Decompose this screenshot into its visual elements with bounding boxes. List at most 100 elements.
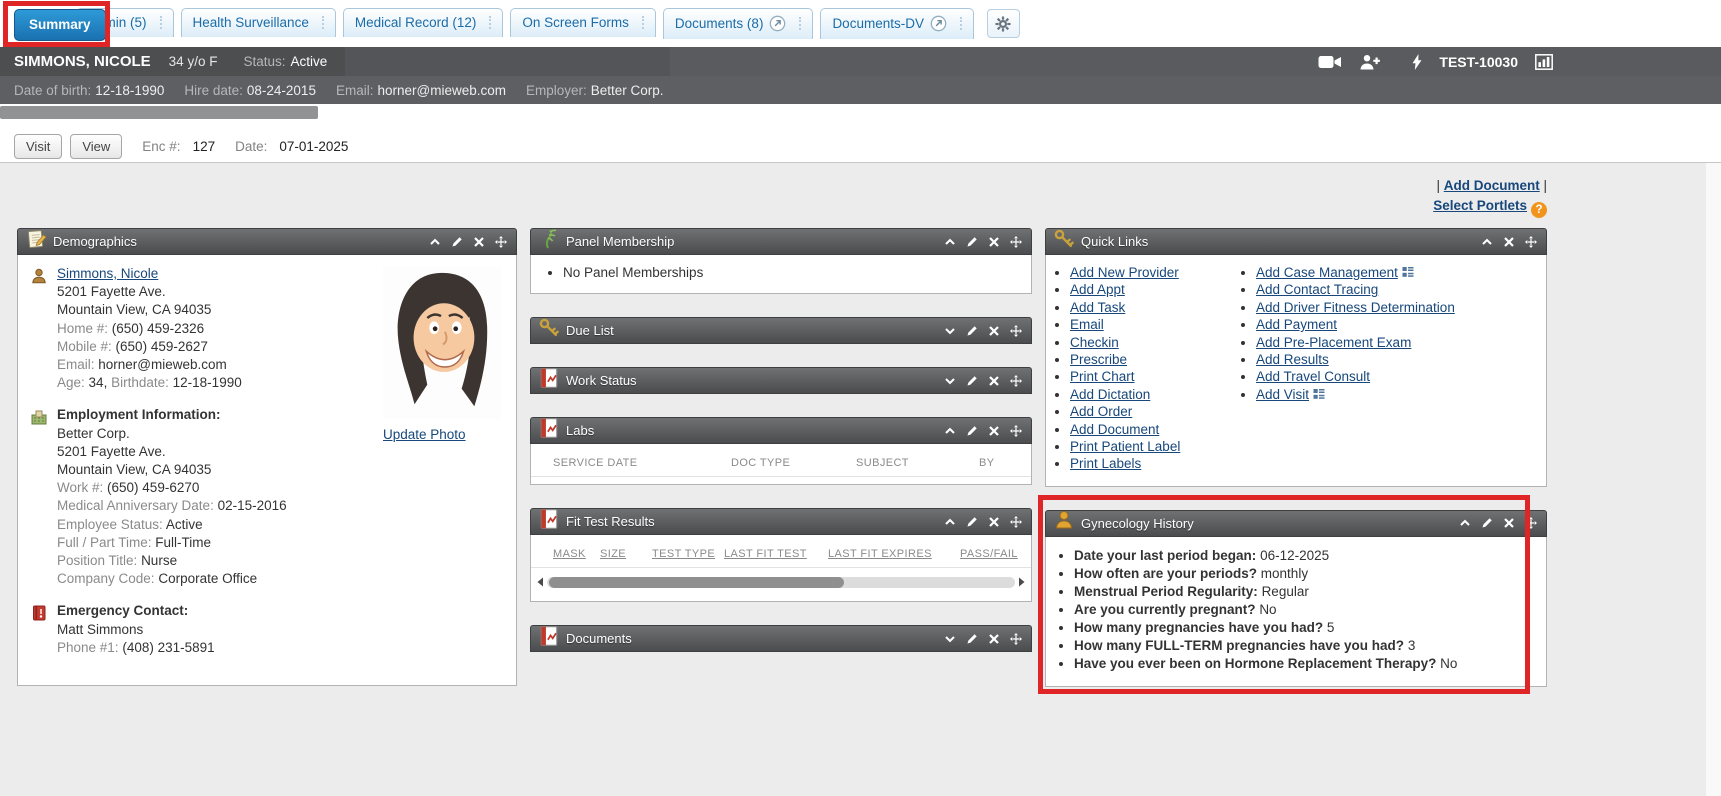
tab-health-surveillance[interactable]: Health Surveillance (181, 8, 336, 37)
quick-link[interactable]: Print Labels (1070, 456, 1141, 471)
column-header[interactable]: DOC TYPE (731, 457, 856, 469)
move-icon[interactable] (1010, 236, 1022, 248)
close-icon[interactable] (988, 516, 1000, 528)
patient-name-link[interactable]: Simmons, Nicole (57, 266, 158, 281)
edit-icon[interactable] (966, 425, 978, 437)
column-header[interactable]: MASK (553, 548, 600, 560)
move-icon[interactable] (1010, 516, 1022, 528)
quick-link[interactable]: Add Driver Fitness Determination (1256, 300, 1455, 315)
tab-documents[interactable]: Documents (8) (663, 8, 814, 39)
column-header[interactable]: SUBJECT (856, 457, 979, 469)
close-icon[interactable] (473, 236, 485, 248)
expand-icon[interactable] (944, 633, 956, 645)
quick-link[interactable]: Add Visit (1256, 387, 1309, 402)
move-icon[interactable] (1010, 375, 1022, 387)
close-icon[interactable] (988, 375, 1000, 387)
quick-link-item[interactable]: Print Patient Label (1070, 438, 1236, 455)
popout-icon[interactable] (769, 15, 786, 32)
quick-link[interactable]: Prescribe (1070, 352, 1127, 367)
close-icon[interactable] (1503, 517, 1515, 529)
close-icon[interactable] (988, 236, 1000, 248)
close-icon[interactable] (988, 325, 1000, 337)
visit-button[interactable]: Visit (14, 134, 62, 159)
quick-link-item[interactable]: Add Contact Tracing (1256, 281, 1538, 298)
collapse-icon[interactable] (1459, 517, 1471, 529)
collapse-icon[interactable] (1481, 236, 1493, 248)
quick-link[interactable]: Add Results (1256, 352, 1329, 367)
tab-medical-record[interactable]: Medical Record (12) (343, 8, 504, 37)
move-icon[interactable] (1525, 236, 1537, 248)
edit-icon[interactable] (451, 236, 463, 248)
tab-documents-dv[interactable]: Documents-DV (820, 8, 974, 39)
quick-link[interactable]: Add Travel Consult (1256, 369, 1370, 384)
edit-icon[interactable] (966, 516, 978, 528)
quick-links-header[interactable]: Quick Links (1045, 228, 1547, 255)
quick-link-item[interactable]: Add Results (1256, 351, 1538, 368)
quick-link-item[interactable]: Prescribe (1070, 351, 1236, 368)
collapse-icon[interactable] (429, 236, 441, 248)
bar-chart-icon[interactable] (1535, 54, 1553, 70)
lightning-icon[interactable] (1412, 54, 1422, 70)
column-header[interactable]: LAST FIT EXPIRES (828, 548, 960, 560)
quick-link[interactable]: Add Order (1070, 404, 1132, 419)
labs-header[interactable]: Labs (530, 417, 1032, 444)
quick-link[interactable]: Print Patient Label (1070, 439, 1180, 454)
column-header[interactable]: LAST FIT TEST (724, 548, 828, 560)
quick-link[interactable]: Print Chart (1070, 369, 1135, 384)
scrollbar-thumb[interactable] (0, 106, 318, 119)
quick-link[interactable]: Add Dictation (1070, 387, 1150, 402)
add-person-icon[interactable] (1359, 54, 1381, 70)
update-photo-link[interactable]: Update Photo (383, 427, 466, 442)
collapse-icon[interactable] (944, 425, 956, 437)
column-header[interactable]: TEST TYPE (652, 548, 724, 560)
scrollbar-thumb[interactable] (549, 577, 844, 588)
expand-icon[interactable] (944, 325, 956, 337)
settings-button[interactable] (987, 9, 1020, 38)
quick-link[interactable]: Email (1070, 317, 1104, 332)
quick-link-item[interactable]: Add Payment (1256, 316, 1538, 333)
help-icon[interactable] (1531, 202, 1547, 218)
collapse-icon[interactable] (944, 236, 956, 248)
quick-link[interactable]: Add New Provider (1070, 265, 1179, 280)
move-icon[interactable] (1010, 633, 1022, 645)
quick-link-item[interactable]: Print Labels (1070, 455, 1236, 472)
tab-on-screen-forms[interactable]: On Screen Forms (510, 8, 656, 37)
quick-link[interactable]: Add Contact Tracing (1256, 282, 1378, 297)
edit-icon[interactable] (966, 633, 978, 645)
quick-link-item[interactable]: Add New Provider (1070, 264, 1236, 281)
panel-membership-header[interactable]: Panel Membership (530, 228, 1032, 255)
video-camera-icon[interactable] (1318, 55, 1342, 69)
gynecology-header[interactable]: Gynecology History (1045, 510, 1547, 537)
quick-link-item[interactable]: Add Document (1070, 421, 1236, 438)
quick-link-item[interactable]: Add Pre-Placement Exam (1256, 334, 1538, 351)
move-icon[interactable] (1010, 325, 1022, 337)
column-header[interactable]: SERVICE DATE (553, 457, 731, 469)
popout-icon[interactable] (930, 15, 947, 32)
quick-link[interactable]: Add Document (1070, 422, 1159, 437)
select-portlets-link[interactable]: Select Portlets (1433, 198, 1527, 213)
move-icon[interactable] (1010, 425, 1022, 437)
quick-link[interactable]: Add Task (1070, 300, 1125, 315)
column-header[interactable]: PASS/FAIL (960, 548, 1019, 560)
move-icon[interactable] (1525, 517, 1537, 529)
scrollbar-track[interactable] (547, 577, 1015, 588)
close-icon[interactable] (988, 425, 1000, 437)
close-icon[interactable] (988, 633, 1000, 645)
quick-link[interactable]: Add Pre-Placement Exam (1256, 335, 1411, 350)
quick-link-item[interactable]: Add Task (1070, 299, 1236, 316)
quick-link[interactable]: Checkin (1070, 335, 1119, 350)
quick-link-item[interactable]: Add Visit (1256, 386, 1538, 403)
fit-test-horizontal-scrollbar[interactable] (536, 575, 1026, 589)
quick-link-item[interactable]: Add Order (1070, 403, 1236, 420)
fit-test-header[interactable]: Fit Test Results (530, 508, 1032, 535)
scroll-right-icon[interactable] (1018, 577, 1026, 587)
quick-link-item[interactable]: Checkin (1070, 334, 1236, 351)
collapse-icon[interactable] (944, 516, 956, 528)
edit-icon[interactable] (966, 325, 978, 337)
column-header[interactable]: BY (979, 457, 1019, 469)
add-document-link[interactable]: Add Document (1444, 178, 1540, 193)
quick-link-item[interactable]: Add Case Management (1256, 264, 1538, 281)
quick-link-item[interactable]: Email (1070, 316, 1236, 333)
tab-summary[interactable]: Summary (14, 9, 106, 41)
column-header[interactable]: SIZE (600, 548, 652, 560)
